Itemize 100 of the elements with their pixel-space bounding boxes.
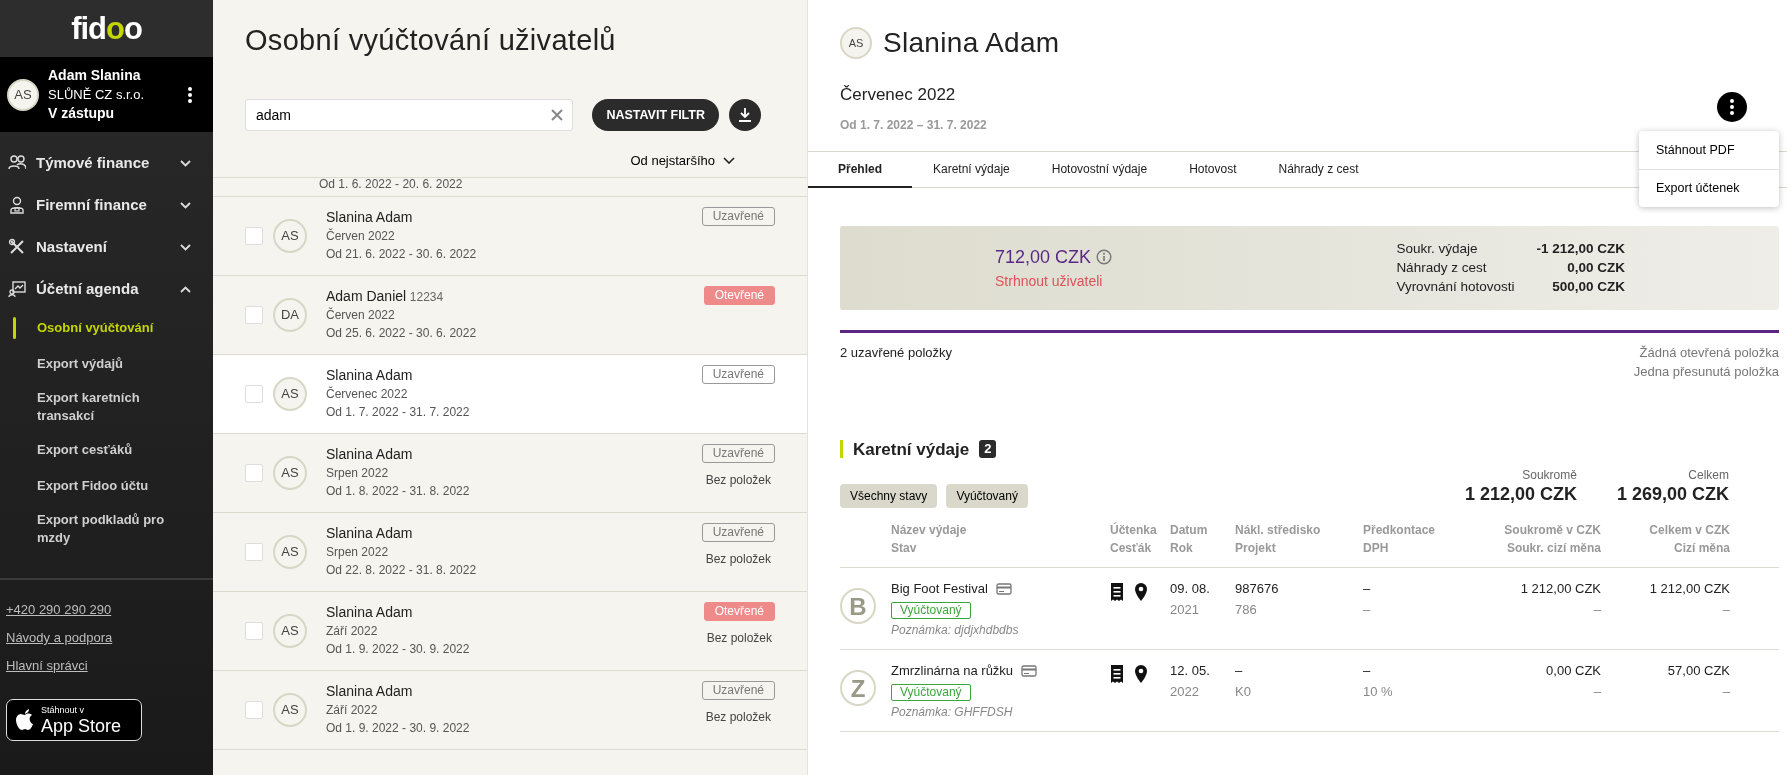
column-header: Datum: [1170, 523, 1208, 537]
period-text: Od 1. 7. 2022 - 31. 7. 2022: [326, 405, 470, 419]
filter-chip[interactable]: Vyúčtovaný: [946, 484, 1028, 508]
nav-item[interactable]: Firemní finance: [0, 184, 213, 226]
person-id: 12234: [409, 290, 444, 304]
period-text: Od 1. 7. 2022 – 31. 7. 2022: [840, 116, 987, 134]
list-row[interactable]: AS Slanina Adam Srpen 2022 Od 1. 8. 2022 - 31. 8. 2022 Uzavřené Bez položek: [213, 433, 807, 513]
account-text: –: [1363, 663, 1371, 678]
total-label: Soukromě: [1521, 468, 1577, 483]
tab[interactable]: Náhrady z cest: [1257, 151, 1380, 188]
tab[interactable]: Hotovost: [1168, 151, 1258, 188]
list-row[interactable]: AS Slanina Adam Červen 2022 Od 21. 6. 2022 - 30. 6. 2022 Uzavřené: [213, 196, 807, 276]
more-icon[interactable]: [188, 86, 192, 103]
app-store-badge[interactable]: Stáhnout v App Store: [6, 699, 142, 741]
amount-text: 712,00 CZK: [995, 245, 1092, 269]
person-name: Slanina Adam: [326, 367, 413, 383]
checkbox[interactable]: [245, 305, 263, 324]
period-text: Od 21. 6. 2022 - 30. 6. 2022: [326, 247, 477, 261]
nav-subitem[interactable]: Osobní vyúčtování: [0, 310, 213, 346]
location-pin-icon[interactable]: [1134, 582, 1148, 602]
total-value: 1 269,00 CZK: [1616, 483, 1729, 505]
more-icon: [1730, 98, 1734, 115]
footer-link[interactable]: +420 290 290 290: [0, 597, 213, 623]
menu-item[interactable]: Export účtenek: [1639, 169, 1779, 207]
checkbox[interactable]: [245, 463, 263, 482]
more-button[interactable]: [1717, 91, 1747, 122]
tab[interactable]: Přehled: [808, 151, 912, 188]
person-name: Slanina Adam: [326, 604, 413, 620]
column-header: Projekt: [1235, 541, 1276, 555]
status-badge: Uzavřené: [701, 206, 775, 226]
checkbox[interactable]: [245, 700, 263, 719]
amount-text: –: [1722, 602, 1730, 617]
column-header: Předkontace: [1363, 523, 1436, 537]
list-row[interactable]: AS Slanina Adam Srpen 2022 Od 22. 8. 2022 - 31. 8. 2022 Uzavřené Bez položek: [213, 512, 807, 592]
column-header: Cizí měna: [1674, 541, 1730, 555]
nav-subitem[interactable]: Export cesťáků: [0, 432, 213, 468]
nav-subitem[interactable]: Export Fidoo účtu: [0, 468, 213, 504]
avatar: DA: [273, 297, 307, 332]
summary-value: -1 212,00 CZK: [1536, 240, 1625, 258]
expense-name: Big Foot Festival: [891, 580, 988, 598]
list-row[interactable]: AS Slanina Adam Září 2022 Od 1. 9. 2022 - 30. 9. 2022 Uzavřené Bez položek: [213, 670, 807, 750]
amount-text: –: [1593, 602, 1601, 617]
checkbox[interactable]: [245, 542, 263, 561]
sort-dropdown[interactable]: Od nejstaršího: [630, 151, 735, 171]
status-badge: Uzavřené: [701, 522, 775, 542]
person-name: Slanina Adam: [326, 525, 413, 541]
list-row[interactable]: DA Adam Daniel 12234 Červen 2022 Od 25. 6. 2022 - 30. 6. 2022 Otevřené: [213, 275, 807, 355]
location-pin-icon[interactable]: [1134, 664, 1148, 684]
receipt-icon[interactable]: [1110, 582, 1124, 602]
nav-item[interactable]: Účetní agenda: [0, 268, 213, 310]
board-icon: [8, 280, 26, 298]
summary-value: 500,00 CZK: [1551, 278, 1625, 296]
nav-subitem[interactable]: Export podkladů pro mzdy: [0, 504, 213, 554]
count-badge: 2: [979, 440, 997, 459]
column-header: Stav: [891, 541, 917, 555]
filter-button[interactable]: NASTAVIT FILTR: [592, 99, 719, 131]
footer-link[interactable]: Hlavní správci: [0, 653, 213, 679]
month-text: Červen 2022: [326, 229, 395, 243]
menu-item[interactable]: Stáhnout PDF: [1639, 131, 1779, 169]
info-icon[interactable]: [1096, 249, 1113, 265]
year-text: 2022: [1170, 684, 1199, 699]
checkbox[interactable]: [245, 226, 263, 245]
person-icon: [8, 196, 26, 214]
summary-label: Soukr. výdaje: [1396, 240, 1479, 258]
period-text: Od 1. 9. 2022 - 30. 9. 2022: [326, 721, 470, 735]
filter-chip[interactable]: Všechny stavy: [840, 484, 938, 508]
status-badge: Uzavřené: [701, 364, 775, 384]
nav-subitem[interactable]: Export karetních transakcí: [0, 382, 213, 432]
list-row[interactable]: AS Slanina Adam Září 2022 Od 1. 9. 2022 - 30. 9. 2022 Otevřené Bez položek: [213, 591, 807, 671]
nav-item[interactable]: Nastavení: [0, 226, 213, 268]
vat-text: –: [1363, 602, 1371, 617]
date-text: 12. 05.: [1170, 663, 1210, 678]
status-note: Žádná otevřená položka: [1639, 344, 1779, 360]
logo: fidoo: [71, 13, 142, 44]
tab[interactable]: Hotovostní výdaje: [1030, 151, 1169, 188]
role-label: V zástupu: [48, 104, 116, 123]
footer-link[interactable]: Návody a podpora: [0, 625, 213, 651]
checkbox[interactable]: [245, 384, 263, 403]
column-header: Celkem v CZK: [1649, 523, 1730, 537]
receipt-icon[interactable]: [1110, 664, 1124, 684]
download-button[interactable]: [729, 99, 761, 131]
month-text: Červenec 2022: [326, 387, 408, 401]
summary-label: Vyrovnání hotovosti: [1396, 278, 1515, 296]
month-text: Srpen 2022: [326, 545, 389, 559]
page-title: Osobní vyúčtování uživatelů: [245, 23, 617, 58]
list-row[interactable]: AS Slanina Adam Červenec 2022 Od 1. 7. 2022 - 31. 7. 2022 Uzavřené: [213, 354, 807, 434]
clear-icon[interactable]: [551, 109, 563, 121]
total-label: Celkem: [1687, 468, 1729, 483]
search-field[interactable]: adam: [245, 99, 573, 131]
checkbox[interactable]: [245, 621, 263, 640]
amount-note: Strhnout uživateli: [995, 271, 1104, 291]
avatar: AS: [273, 534, 307, 569]
cost-center: 987676: [1235, 581, 1279, 596]
card-icon: [995, 582, 1012, 595]
nav-subitem[interactable]: Export výdajů: [0, 346, 213, 382]
tab[interactable]: Karetní výdaje: [912, 151, 1031, 188]
period-text: Od 22. 8. 2022 - 31. 8. 2022: [326, 563, 477, 577]
nav-item[interactable]: Týmové finance: [0, 142, 213, 184]
note-text: Bez položek: [705, 550, 771, 568]
company-name: SLŮNĚ CZ s.r.o.: [48, 86, 145, 104]
